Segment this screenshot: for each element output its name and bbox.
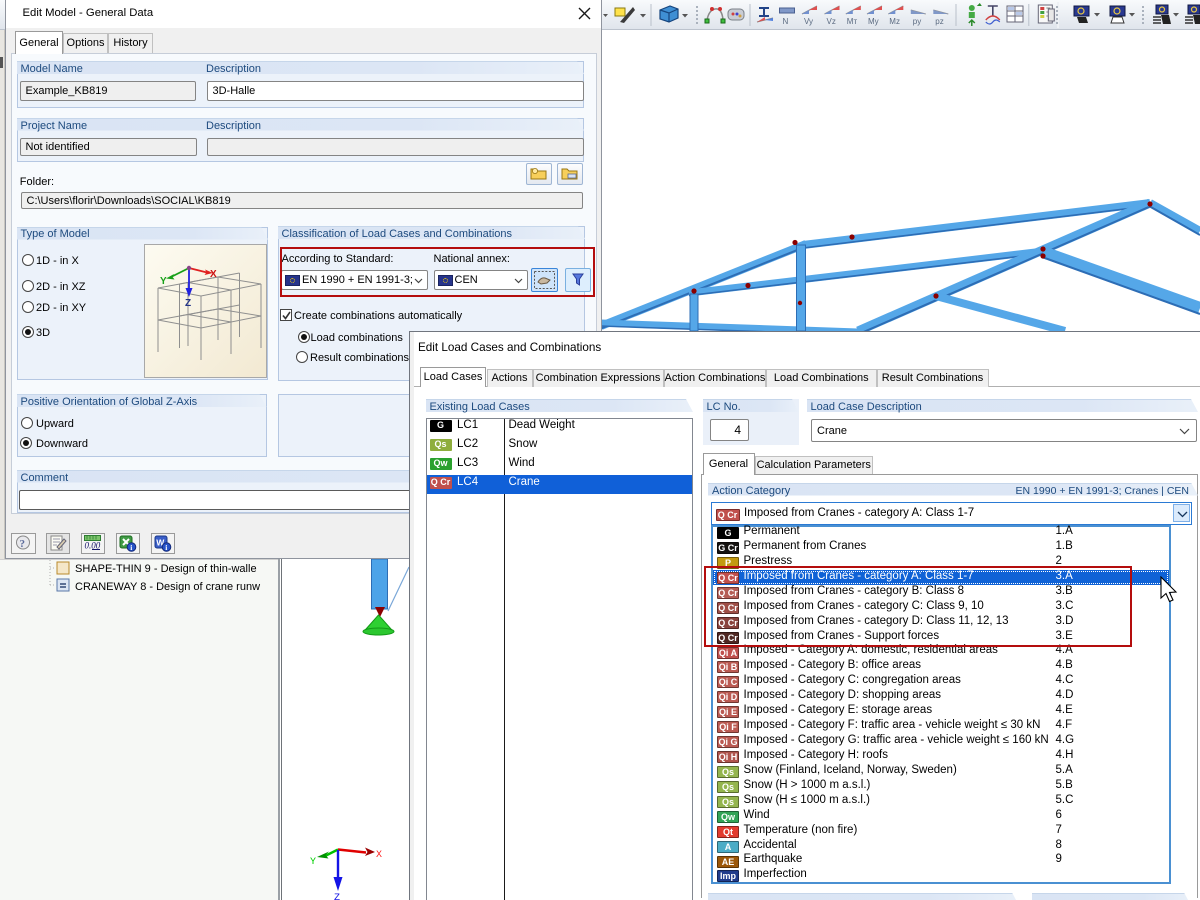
- svg-text:Vz: Vz: [827, 17, 836, 26]
- svg-text:X: X: [210, 269, 217, 280]
- svg-text:pz: pz: [935, 17, 943, 26]
- svg-text:My: My: [868, 17, 879, 26]
- svg-text:i: i: [130, 543, 132, 552]
- svg-text:Z: Z: [185, 298, 191, 309]
- svg-text:N: N: [783, 17, 789, 26]
- svg-text:Y: Y: [160, 276, 167, 287]
- svg-text:Mт: Mт: [847, 17, 858, 26]
- svg-text:py: py: [913, 17, 921, 26]
- svg-text:?: ?: [20, 538, 26, 550]
- svg-text:Y: Y: [310, 857, 316, 868]
- svg-text:i: i: [165, 543, 167, 552]
- svg-text:Mz: Mz: [889, 17, 900, 26]
- svg-text:Z: Z: [334, 893, 340, 900]
- svg-text:Vy: Vy: [804, 17, 813, 26]
- svg-text:X: X: [376, 850, 382, 861]
